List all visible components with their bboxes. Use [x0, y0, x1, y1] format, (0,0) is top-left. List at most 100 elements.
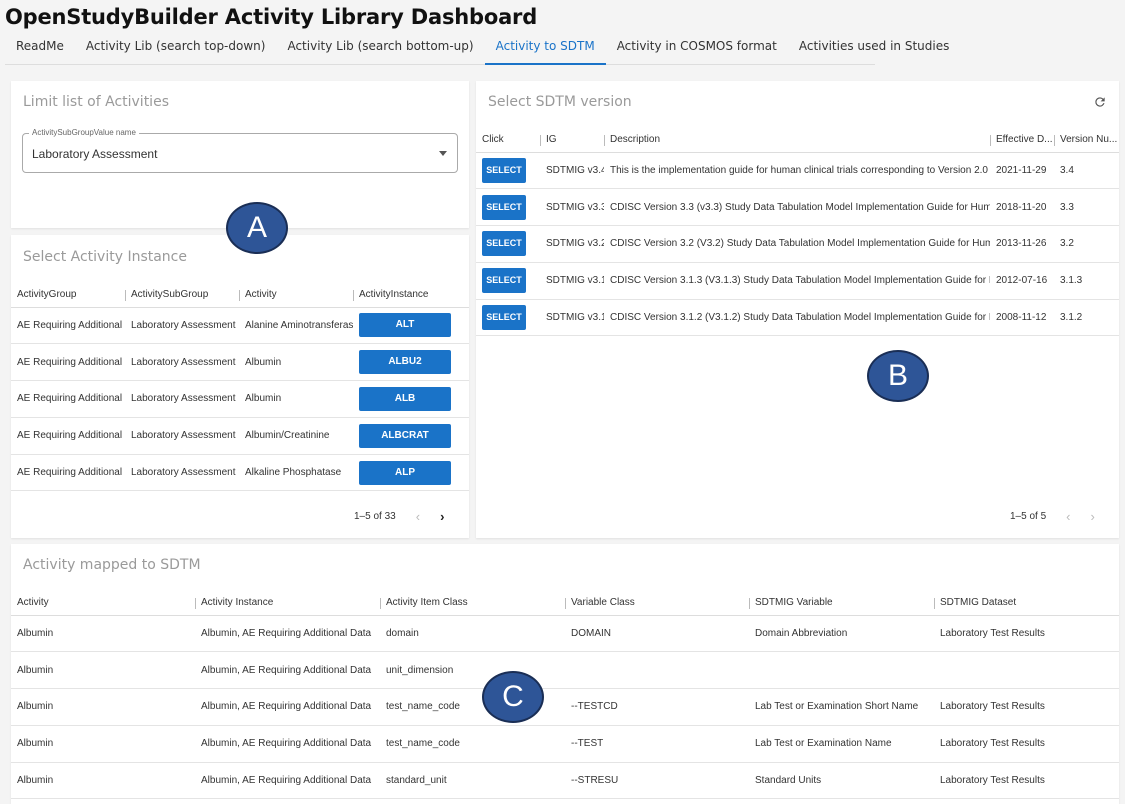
table-cell: Laboratory Assessment: [125, 417, 239, 455]
sdtm-version-card: Select SDTM version Click IG Description…: [476, 81, 1119, 538]
table-cell: 3.1.3: [1054, 262, 1119, 300]
sdtm-card-title: Select SDTM version: [488, 94, 632, 110]
table-cell: Albumin: [239, 380, 353, 418]
table-cell: AE Requiring Additional Data: [11, 454, 125, 492]
column-header[interactable]: SDTMIG Variable: [749, 591, 934, 616]
table-cell: Alanine Aminotransferase: [239, 307, 353, 345]
table-cell: Albumin: [11, 762, 195, 800]
table-cell: domain: [380, 615, 565, 653]
table-row: SELECT SDTMIG v3.4 This is the implement…: [476, 152, 1119, 190]
instance-button-albcrat[interactable]: ALBCRAT: [359, 423, 451, 448]
table-cell: Laboratory Test Results: [934, 725, 1119, 763]
table-cell: Albumin, AE Requiring Additional Data: [195, 615, 380, 653]
subgroup-select-label: ActivitySubGroupValue name: [29, 128, 139, 138]
column-header[interactable]: Variable Class: [565, 591, 749, 616]
instance-button-alt[interactable]: ALT: [359, 313, 451, 338]
chevron-left-icon[interactable]: ‹: [416, 509, 420, 524]
select-button[interactable]: SELECT: [482, 157, 526, 183]
table-cell: SDTMIG v3.1.3: [540, 262, 604, 300]
tab-activity-cosmos[interactable]: Activity in COSMOS format: [606, 34, 788, 65]
table-row: Albumin Albumin, AE Requiring Additional…: [11, 762, 1119, 800]
table-cell: 3.1.2: [1054, 299, 1119, 337]
column-header[interactable]: Activity Item Class: [380, 591, 565, 616]
tab-activity-to-sdtm[interactable]: Activity to SDTM: [484, 34, 606, 65]
table-cell: 2012-07-16: [990, 262, 1054, 300]
table-cell: Alkaline Phosphatase: [239, 454, 353, 492]
table-cell: 2013-11-26: [990, 225, 1054, 263]
column-header[interactable]: Version Nu...: [1054, 128, 1119, 153]
tab-readme[interactable]: ReadMe: [5, 34, 75, 65]
table-cell: AE Requiring Additional Data: [11, 417, 125, 455]
table-cell: CDISC Version 3.1.3 (V3.1.3) Study Data …: [604, 262, 990, 300]
table-cell: 2021-11-29: [990, 152, 1054, 190]
tab-activities-in-studies[interactable]: Activities used in Studies: [788, 34, 961, 65]
column-header[interactable]: SDTMIG Dataset: [934, 591, 1119, 616]
table-row: SELECT SDTMIG v3.2 CDISC Version 3.2 (V3…: [476, 225, 1119, 263]
table-cell: Albumin, AE Requiring Additional Data: [195, 725, 380, 763]
column-header[interactable]: ActivitySubGroup: [125, 283, 239, 308]
tab-activity-lib-top-down[interactable]: Activity Lib (search top-down): [75, 34, 277, 65]
table-cell: Laboratory Assessment: [125, 307, 239, 345]
table-row: AE Requiring Additional Data Laboratory …: [11, 454, 469, 492]
select-button[interactable]: SELECT: [482, 268, 526, 294]
table-cell: Albumin, AE Requiring Additional Data: [195, 651, 380, 690]
table-cell: Albumin/Creatinine: [239, 417, 353, 455]
table-cell: SDTMIG v3.1.2: [540, 299, 604, 337]
mapped-card-title: Activity mapped to SDTM: [23, 557, 201, 573]
table-cell: Laboratory Assessment: [125, 454, 239, 492]
table-cell: AE Requiring Additional Data: [11, 307, 125, 345]
table-row: AE Requiring Additional Data Laboratory …: [11, 417, 469, 455]
column-header[interactable]: ActivityInstance: [353, 283, 469, 308]
table-cell: 2008-11-12: [990, 299, 1054, 337]
table-cell: Lab Test or Examination Name: [749, 725, 934, 763]
table-cell: Lab Test or Examination Short Name: [749, 688, 934, 726]
column-header[interactable]: Activity: [239, 283, 353, 308]
table-cell: Laboratory Test Results: [934, 615, 1119, 653]
caret-down-icon[interactable]: [439, 151, 447, 156]
pagination-range: 1–5 of 5: [1010, 511, 1047, 522]
table-cell: CDISC Version 3.2 (V3.2) Study Data Tabu…: [604, 225, 990, 263]
table-cell: Albumin: [11, 651, 195, 690]
table-cell: DOMAIN: [565, 615, 749, 653]
pagination-range: 1–5 of 33: [354, 511, 396, 522]
table-cell: Albumin: [11, 615, 195, 653]
table-cell: This is the implementation guide for hum…: [604, 152, 990, 190]
table-cell: Standard Units: [749, 762, 934, 800]
column-header[interactable]: Activity Instance: [195, 591, 380, 616]
table-row: Albumin Albumin, AE Requiring Additional…: [11, 615, 1119, 653]
column-header[interactable]: Description: [604, 128, 990, 153]
app-title: OpenStudyBuilder Activity Library Dashbo…: [5, 5, 538, 29]
select-button[interactable]: SELECT: [482, 305, 526, 331]
table-cell: Laboratory Test Results: [934, 762, 1119, 800]
column-header[interactable]: IG: [540, 128, 604, 153]
table-row: AE Requiring Additional Data Laboratory …: [11, 307, 469, 345]
subgroup-select[interactable]: ActivitySubGroupValue name Laboratory As…: [22, 128, 458, 173]
select-button[interactable]: SELECT: [482, 194, 526, 220]
chevron-left-icon[interactable]: ‹: [1066, 509, 1070, 524]
instance-button-alp[interactable]: ALP: [359, 460, 451, 485]
column-header[interactable]: Click: [476, 128, 540, 153]
column-header[interactable]: ActivityGroup: [11, 283, 125, 308]
table-cell: SDTMIG v3.4: [540, 152, 604, 190]
chevron-right-icon[interactable]: ›: [440, 509, 444, 524]
table-cell: Albumin, AE Requiring Additional Data: [195, 762, 380, 800]
table-row: SELECT SDTMIG v3.1.2 CDISC Version 3.1.2…: [476, 299, 1119, 337]
activity-mapped-card: Activity mapped to SDTM Activity Activit…: [11, 544, 1119, 804]
table-cell: CDISC Version 3.3 (v3.3) Study Data Tabu…: [604, 188, 990, 227]
table-cell: standard_unit: [380, 762, 565, 800]
instance-pagination: 1–5 of 33 ‹ ›: [354, 509, 444, 524]
select-button[interactable]: SELECT: [482, 231, 526, 257]
tab-activity-lib-bottom-up[interactable]: Activity Lib (search bottom-up): [276, 34, 484, 65]
instance-button-albu2[interactable]: ALBU2: [359, 350, 451, 375]
column-header[interactable]: Effective D...: [990, 128, 1054, 153]
instance-button-alb[interactable]: ALB: [359, 386, 451, 411]
table-cell: SDTMIG v3.3: [540, 188, 604, 227]
table-cell: Laboratory Test Results: [934, 688, 1119, 726]
column-header[interactable]: Activity: [11, 591, 195, 616]
table-cell: AE Requiring Additional Data: [11, 380, 125, 418]
marker-a: A: [226, 202, 288, 254]
refresh-icon[interactable]: [1093, 95, 1107, 109]
chevron-right-icon[interactable]: ›: [1091, 509, 1095, 524]
table-cell: Albumin: [11, 725, 195, 763]
table-cell: SDTMIG v3.2: [540, 225, 604, 263]
